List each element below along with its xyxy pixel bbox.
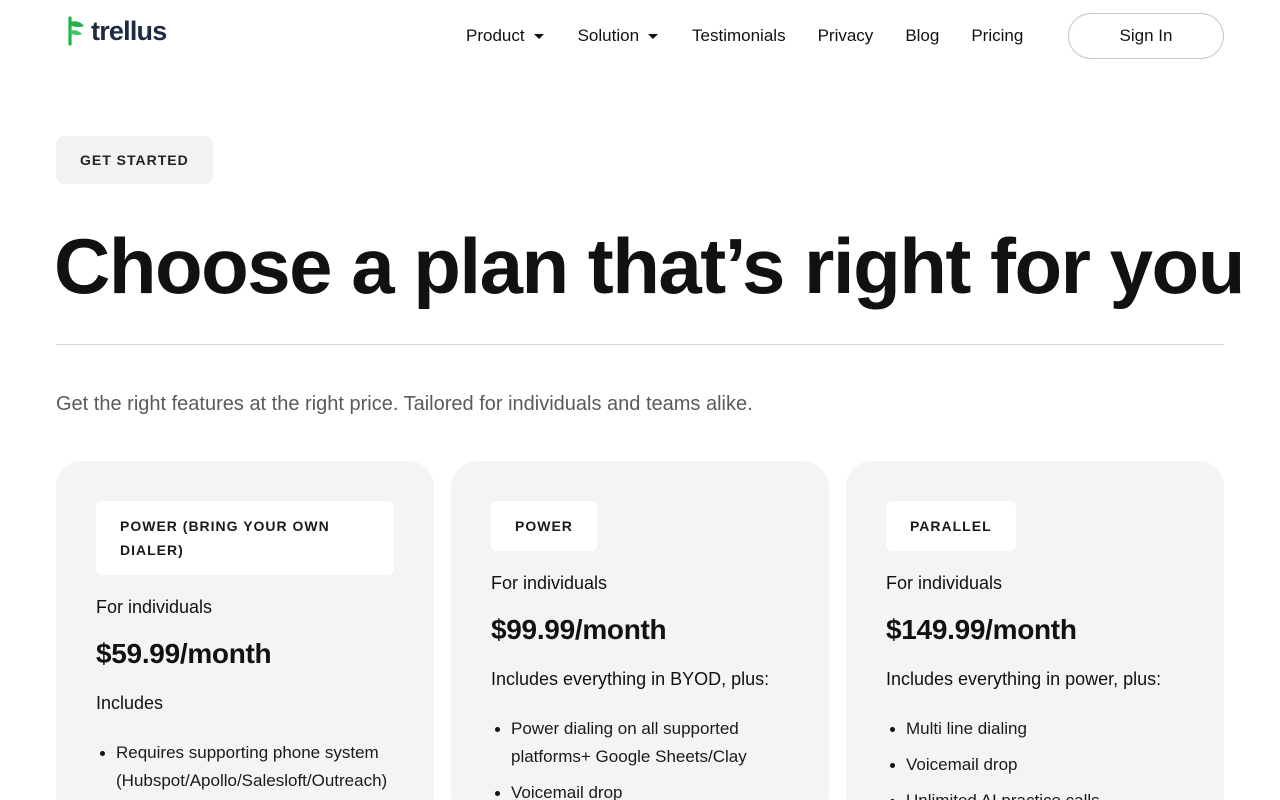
caret-down-icon xyxy=(648,34,659,39)
nav-item-testimonials[interactable]: Testimonials xyxy=(692,26,786,46)
plan-includes: Includes xyxy=(96,693,164,713)
plan-feature: Power dialing on all supported platforms… xyxy=(491,715,801,771)
plan-card-parallel: PARALLEL For individuals $149.99/month I… xyxy=(846,461,1224,800)
brand-name: trellus xyxy=(91,16,167,46)
plan-feature: Voicemail drop xyxy=(886,751,1196,779)
section-divider xyxy=(56,344,1224,345)
plan-price: $99.99/month xyxy=(491,614,667,645)
nav-item-blog[interactable]: Blog xyxy=(905,26,939,46)
main-nav: Product Solution Testimonials Privacy Bl… xyxy=(466,13,1023,59)
sign-in-button[interactable]: Sign In xyxy=(1068,13,1224,59)
nav-item-pricing[interactable]: Pricing xyxy=(971,26,1023,46)
nav-item-product-label: Product xyxy=(466,26,525,45)
plan-badge: POWER (BRING YOUR OWN DIALER) xyxy=(96,501,394,575)
plan-price: $59.99/month xyxy=(96,638,272,669)
plan-feature-list: Power dialing on all supported platforms… xyxy=(491,715,801,800)
nav-item-privacy[interactable]: Privacy xyxy=(818,26,874,46)
plan-feature-list: Multi line dialing Voicemail drop Unlimi… xyxy=(886,715,1196,800)
nav-item-solution-label: Solution xyxy=(577,26,640,45)
plan-feature: Requires supporting phone system (Hubspo… xyxy=(96,739,406,795)
site-header: trellus Product Solution Testimonials Pr… xyxy=(0,0,1280,72)
plan-includes: Includes everything in BYOD, plus: xyxy=(491,669,770,689)
nav-item-product[interactable]: Product xyxy=(466,26,544,46)
plan-audience: For individuals xyxy=(96,597,213,617)
plan-feature-list: Requires supporting phone system (Hubspo… xyxy=(96,739,406,800)
plan-audience: For individuals xyxy=(886,573,1003,593)
trellus-leaf-icon xyxy=(68,16,84,46)
plan-badge: POWER xyxy=(491,501,597,551)
caret-down-icon xyxy=(533,34,544,39)
plan-feature: Multi line dialing xyxy=(886,715,1196,743)
plan-feature: Unlimited AI practice calls xyxy=(886,787,1196,800)
page-subtitle: Get the right features at the right pric… xyxy=(56,393,753,415)
plan-includes: Includes everything in power, plus: xyxy=(886,669,1162,689)
plan-card-byod: POWER (BRING YOUR OWN DIALER) For indivi… xyxy=(56,461,434,800)
plan-badge: PARALLEL xyxy=(886,501,1016,551)
nav-item-solution[interactable]: Solution xyxy=(577,26,659,46)
page-title: Choose a plan that’s right for you xyxy=(54,222,1245,310)
trellus-logo[interactable]: trellus xyxy=(67,16,167,46)
plan-card-power: POWER For individuals $99.99/month Inclu… xyxy=(451,461,829,800)
get-started-tag: GET STARTED xyxy=(56,136,213,184)
plan-feature: Voicemail drop xyxy=(491,779,801,800)
plan-price: $149.99/month xyxy=(886,614,1077,645)
plan-audience: For individuals xyxy=(491,573,608,593)
